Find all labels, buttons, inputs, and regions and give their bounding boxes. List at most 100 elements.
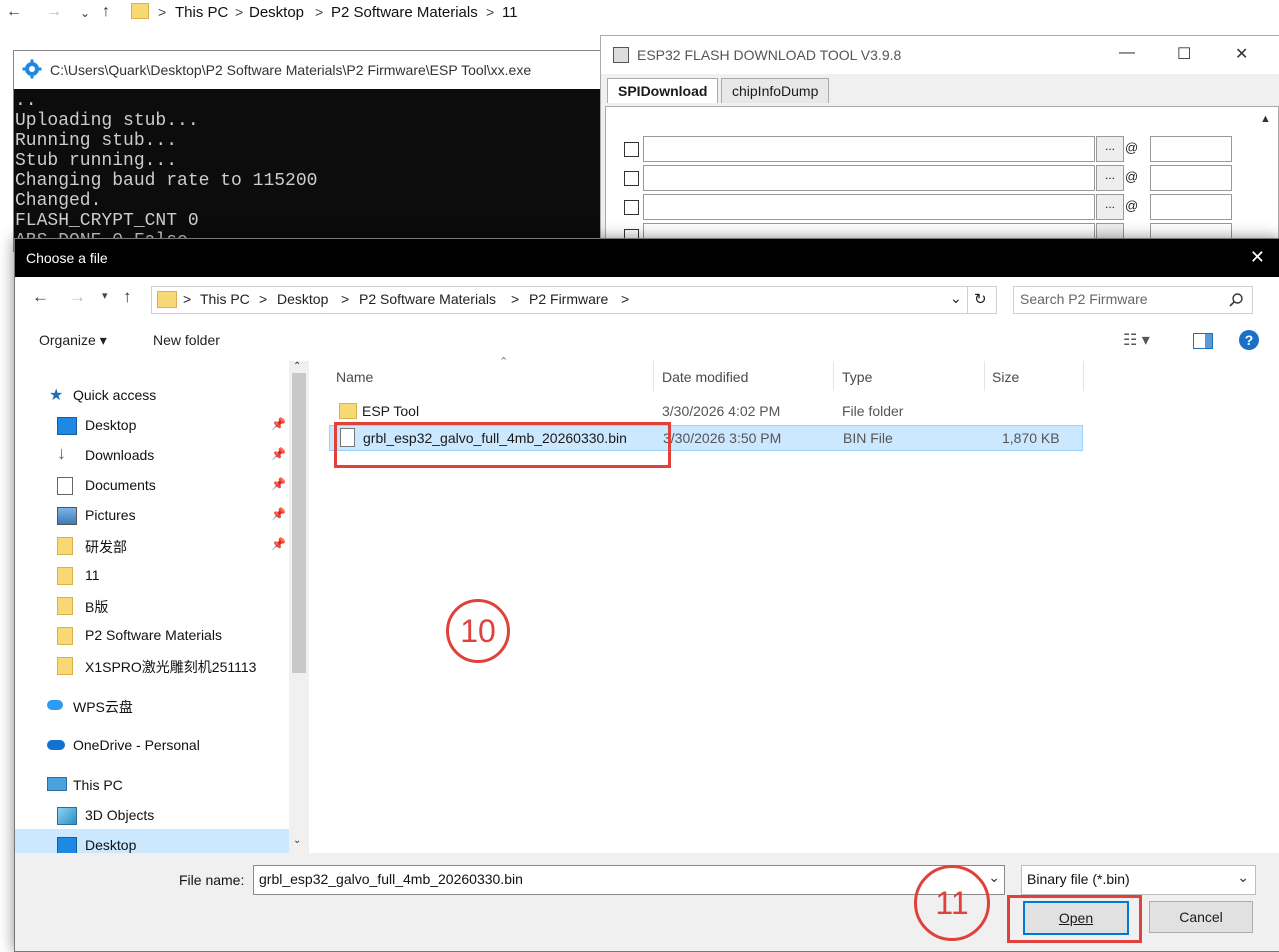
console-line: Uploading stub...	[15, 111, 199, 131]
file-checkbox[interactable]	[624, 171, 639, 186]
computer-icon	[47, 777, 67, 791]
address-row: ← → ▾ ↑ > This PC > Desktop > P2 Softwar…	[15, 277, 1279, 321]
column-divider[interactable]	[833, 361, 834, 391]
pin-icon[interactable]: 📌	[271, 447, 286, 461]
maximize-icon[interactable]: ☐	[1177, 44, 1191, 64]
file-path-field[interactable]	[643, 194, 1095, 220]
file-size: 1,870 KB	[1002, 430, 1060, 446]
folder-icon	[57, 597, 73, 615]
breadcrumb-p2-software[interactable]: P2 Software Materials	[331, 4, 478, 21]
dialog-titlebar: Choose a file ✕	[15, 239, 1279, 277]
up-arrow-icon[interactable]: ↑	[102, 3, 110, 21]
scrollbar-thumb[interactable]	[292, 373, 306, 673]
console-line: FLASH_CRYPT_CNT 0	[15, 211, 199, 231]
dialog-title: Choose a file	[26, 250, 108, 266]
minimize-icon[interactable]: —	[1119, 44, 1135, 62]
star-icon: ★	[49, 387, 64, 404]
cube-icon	[57, 807, 77, 825]
breadcrumb-desktop[interactable]: Desktop	[277, 291, 328, 307]
column-header-type[interactable]: Type	[842, 369, 872, 385]
breadcrumb-p2-software[interactable]: P2 Software Materials	[359, 291, 496, 307]
console-line: ..	[15, 91, 37, 111]
file-type-select[interactable]: Binary file (*.bin) ⌄	[1021, 865, 1256, 895]
view-options-icon[interactable]: ☷ ▾	[1123, 330, 1150, 350]
up-arrow-icon[interactable]: ↑	[123, 287, 132, 307]
address-bar[interactable]: > This PC > Desktop > P2 Software Materi…	[151, 286, 997, 314]
pin-icon[interactable]: 📌	[271, 537, 286, 551]
chevron-down-icon[interactable]: ⌄	[988, 869, 1000, 886]
forward-arrow-icon[interactable]: →	[69, 287, 86, 307]
explorer-navbar: ← → ⌄ ↑ > This PC > Desktop > P2 Softwar…	[0, 0, 1279, 26]
close-icon[interactable]: ✕	[1235, 44, 1248, 64]
folder-icon	[57, 567, 73, 585]
pin-icon[interactable]: 📌	[271, 507, 286, 521]
folder-icon	[157, 291, 177, 308]
recent-chevron-icon[interactable]: ▾	[102, 289, 108, 302]
breadcrumb-this-pc[interactable]: This PC	[175, 4, 228, 21]
app-icon	[613, 47, 629, 63]
chevron-down-icon[interactable]: ⌄	[1237, 869, 1249, 886]
tab-spidownload[interactable]: SPIDownload	[607, 78, 719, 103]
browse-button[interactable]: ...	[1096, 194, 1124, 220]
desktop-icon	[57, 417, 77, 435]
address-field[interactable]	[1150, 194, 1232, 220]
search-placeholder: Search P2 Firmware	[1020, 291, 1148, 307]
scroll-up-icon[interactable]: ⌃	[293, 361, 301, 372]
file-date: 3/30/2026 4:02 PM	[662, 403, 781, 419]
pin-icon[interactable]: 📌	[271, 417, 286, 431]
file-checkbox[interactable]	[624, 200, 639, 215]
new-folder-button[interactable]: New folder	[153, 332, 220, 348]
scroll-down-icon[interactable]: ⌄	[293, 835, 301, 846]
breadcrumb-11[interactable]: 11	[502, 4, 518, 21]
step-marker-11: 11	[914, 865, 990, 941]
address-field[interactable]	[1150, 165, 1232, 191]
refresh-icon[interactable]: ↻	[974, 290, 987, 308]
file-path-field[interactable]	[643, 165, 1095, 191]
file-path-field[interactable]	[643, 136, 1095, 162]
file-name-value: grbl_esp32_galvo_full_4mb_20260330.bin	[259, 871, 523, 887]
help-icon[interactable]: ?	[1239, 330, 1259, 350]
pin-icon[interactable]: 📌	[271, 477, 286, 491]
preview-pane-icon[interactable]	[1193, 333, 1213, 349]
console-output: .. Uploading stub... Running stub... Stu…	[14, 89, 604, 251]
cancel-button[interactable]: Cancel	[1149, 901, 1253, 933]
back-arrow-icon[interactable]: ←	[32, 287, 49, 307]
breadcrumb-separator: >	[511, 291, 520, 307]
search-icon	[1229, 293, 1243, 307]
breadcrumb-p2-firmware[interactable]: P2 Firmware	[529, 291, 608, 307]
onedrive-cloud-icon	[47, 740, 65, 750]
browse-button[interactable]: ...	[1096, 165, 1124, 191]
address-field[interactable]	[1150, 136, 1232, 162]
console-line: Changing baud rate to 115200	[15, 171, 318, 191]
scroll-up-icon[interactable]: ▲	[1260, 113, 1271, 125]
file-name-input[interactable]: grbl_esp32_galvo_full_4mb_20260330.bin ⌄	[253, 865, 1005, 895]
forward-arrow-icon[interactable]: →	[46, 3, 62, 21]
console-line: Changed.	[15, 191, 102, 211]
highlight-box-file	[334, 422, 671, 468]
organize-button[interactable]: Organize ▾	[39, 332, 107, 349]
console-line: Running stub...	[15, 131, 178, 151]
nav-scrollbar[interactable]: ⌃ ⌄	[289, 361, 309, 853]
breadcrumb-separator: >	[486, 4, 495, 20]
column-header-name[interactable]: Name	[336, 369, 373, 385]
navigation-pane: ★ Quick access Desktop ↓ Downloads Docum…	[15, 361, 309, 855]
column-divider[interactable]	[653, 361, 654, 391]
browse-button[interactable]: ...	[1096, 136, 1124, 162]
chevron-down-icon[interactable]: ⌄	[950, 290, 962, 307]
column-header-size[interactable]: Size	[992, 369, 1019, 385]
back-arrow-icon[interactable]: ←	[6, 3, 22, 21]
column-header-date[interactable]: Date modified	[662, 369, 748, 385]
column-divider[interactable]	[984, 361, 985, 391]
close-icon[interactable]: ✕	[1250, 247, 1265, 268]
file-checkbox[interactable]	[624, 142, 639, 157]
breadcrumb-desktop[interactable]: Desktop	[249, 4, 304, 21]
file-row-esp-tool[interactable]: ESP Tool 3/30/2026 4:02 PM File folder	[329, 399, 1081, 423]
search-input[interactable]: Search P2 Firmware	[1013, 286, 1253, 314]
console-line: Stub running...	[15, 151, 178, 171]
recent-chevron-icon[interactable]: ⌄	[80, 6, 90, 20]
folder-icon	[339, 403, 357, 419]
column-divider[interactable]	[1083, 361, 1084, 391]
breadcrumb-separator: >	[621, 291, 630, 307]
tab-chipinfodump[interactable]: chipInfoDump	[721, 78, 830, 103]
breadcrumb-this-pc[interactable]: This PC	[200, 291, 250, 307]
